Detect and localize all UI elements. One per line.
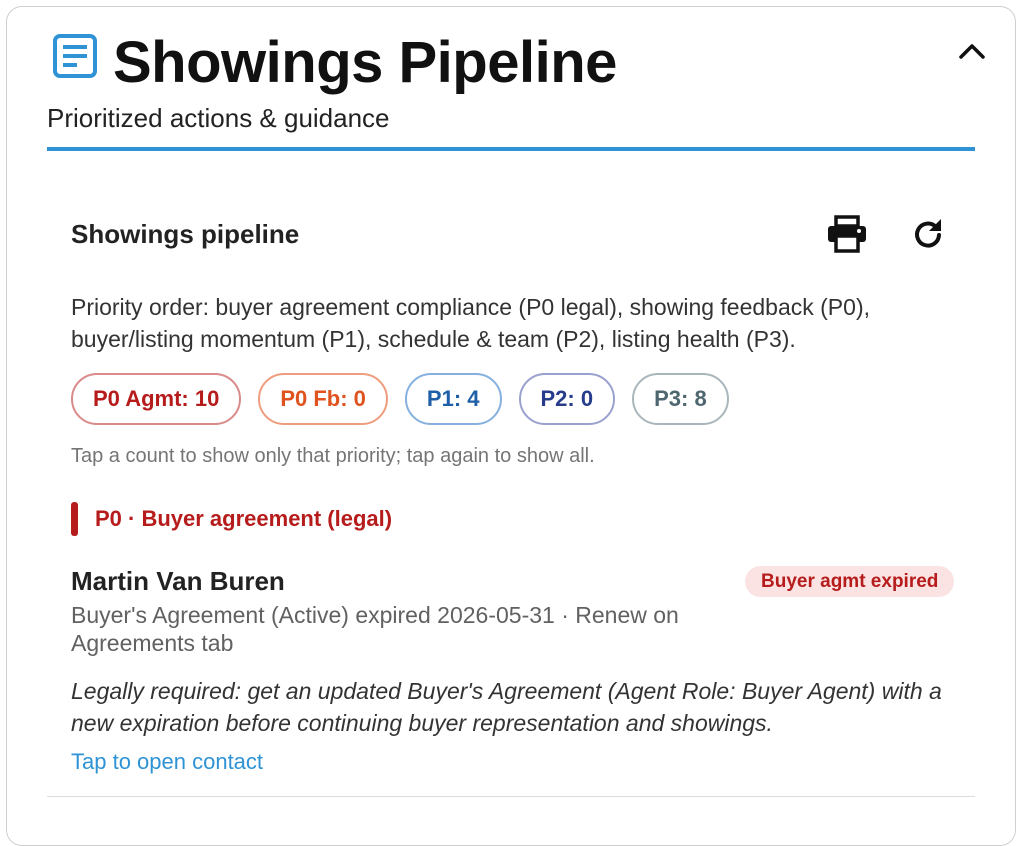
chip-p0-feedback[interactable]: P0 Fb: 0 xyxy=(258,373,388,425)
refresh-icon xyxy=(915,219,941,248)
group-label: P0 · Buyer agreement (legal) xyxy=(95,506,393,531)
print-icon xyxy=(828,215,866,253)
section-title: Showings pipeline xyxy=(71,219,300,249)
item-note: Legally required: get an updated Buyer's… xyxy=(71,678,942,736)
group-marker xyxy=(71,502,78,536)
item-detail: Buyer's Agreement (Active) expired 2026-… xyxy=(71,602,679,656)
collapse-button[interactable] xyxy=(955,36,989,66)
chip-p3[interactable]: P3: 8 xyxy=(632,373,729,425)
item-divider xyxy=(47,796,975,797)
chevron-up-icon xyxy=(959,44,985,59)
open-contact-link[interactable]: Tap to open contact xyxy=(71,747,263,777)
chip-hint: Tap a count to show only that priority; … xyxy=(71,445,595,467)
clipboard-list-icon xyxy=(53,34,97,78)
contact-name: Martin Van Buren xyxy=(71,566,285,596)
page-title: Showings Pipeline xyxy=(113,30,617,95)
chip-p0-agreement[interactable]: P0 Agmt: 10 xyxy=(71,373,242,425)
priority-description: Priority order: buyer agreement complian… xyxy=(71,294,870,352)
print-button[interactable] xyxy=(825,212,869,256)
header-divider xyxy=(47,147,975,151)
status-badge: Buyer agmt expired xyxy=(745,566,955,597)
page-subtitle: Prioritized actions & guidance xyxy=(47,103,390,133)
chip-p2[interactable]: P2: 0 xyxy=(518,373,616,425)
priority-chips: P0 Agmt: 10 P0 Fb: 0 P1: 4 P2: 0 P3: 8 xyxy=(71,373,729,425)
list-item[interactable]: Martin Van Buren Buyer agmt expired Buye… xyxy=(47,560,975,800)
chip-p1[interactable]: P1: 4 xyxy=(404,373,502,425)
refresh-button[interactable] xyxy=(906,212,950,256)
